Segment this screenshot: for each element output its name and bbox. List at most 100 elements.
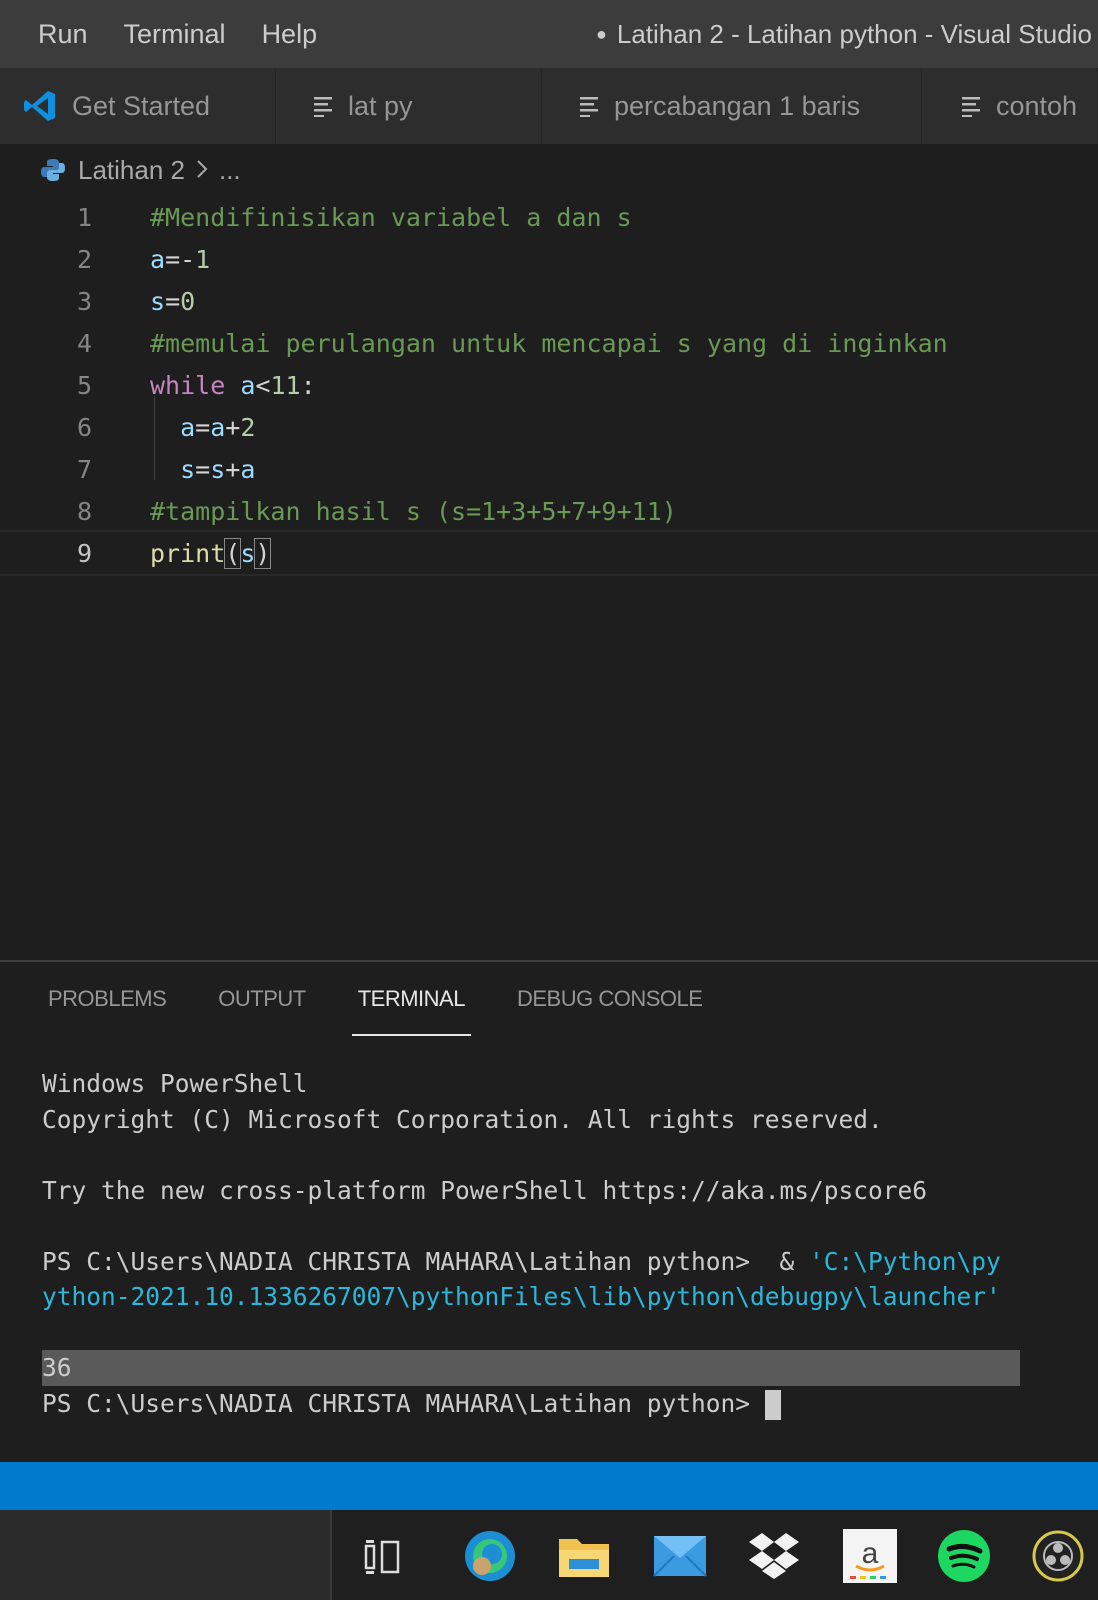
menu-terminal[interactable]: Terminal: [106, 19, 244, 50]
tab-get-started[interactable]: Get Started: [0, 68, 276, 144]
tab-label: contoh: [996, 90, 1078, 121]
terminal-line: Try the new cross-platform PowerShell ht…: [42, 1175, 928, 1205]
terminal-line: Copyright (C) Microsoft Corporation. All…: [42, 1104, 883, 1134]
tab-output[interactable]: OUTPUT: [218, 986, 306, 1042]
obs-icon[interactable]: [1030, 1528, 1086, 1584]
code-keyword: while: [150, 370, 226, 400]
code-op: +: [225, 454, 241, 484]
code-op: =: [195, 454, 211, 484]
menu-help[interactable]: Help: [244, 19, 336, 50]
terminal-output[interactable]: Windows PowerShell Copyright (C) Microso…: [42, 1066, 1098, 1421]
code-line[interactable]: 6 a=a+2: [0, 406, 1098, 448]
code-var: a: [180, 412, 196, 442]
line-number: 1: [76, 202, 92, 232]
code-comment: #tampilkan hasil s (s=1+3+5+7+9+11): [150, 496, 677, 526]
line-number: 8: [76, 496, 92, 526]
lines-icon: [580, 95, 600, 117]
tab-debug-console[interactable]: DEBUG CONSOLE: [517, 986, 703, 1042]
code-editor[interactable]: 1 #Mendifinisikan variabel a dan s 2 a=-…: [0, 196, 1098, 960]
chevron-right-icon: [195, 155, 209, 186]
edge-icon[interactable]: [462, 1528, 518, 1584]
code-var: a: [150, 244, 166, 274]
code-var: s: [210, 454, 226, 484]
window-title: ● Latihan 2 - Latihan python - Visual St…: [596, 0, 1092, 68]
amazon-icon[interactable]: a: [842, 1528, 898, 1584]
file-explorer-icon[interactable]: [556, 1528, 612, 1584]
line-number: 9: [76, 538, 92, 568]
tab-problems[interactable]: PROBLEMS: [48, 986, 167, 1042]
code-op: =: [195, 412, 211, 442]
spotify-icon[interactable]: [936, 1528, 992, 1584]
code-line[interactable]: 7 s=s+a: [0, 448, 1098, 490]
status-bar: [0, 1462, 1098, 1510]
svg-text:a: a: [862, 1537, 879, 1570]
tab-percabangan[interactable]: percabangan 1 baris: [542, 68, 922, 144]
code-line-current[interactable]: 9 print(s): [0, 530, 1098, 576]
tab-contoh[interactable]: contoh: [922, 68, 1098, 144]
menu-run[interactable]: Run: [0, 19, 106, 50]
line-number: 6: [76, 412, 92, 442]
code-op: :: [300, 370, 316, 400]
code-line[interactable]: 4 #memulai perulangan untuk mencapai s y…: [0, 322, 1098, 364]
code-op: <: [255, 370, 271, 400]
terminal-prompt: PS C:\Users\NADIA CHRISTA MAHARA\Latihan…: [42, 1246, 810, 1276]
code-line[interactable]: 1 #Mendifinisikan variabel a dan s: [0, 196, 1098, 238]
line-number: 2: [76, 244, 92, 274]
tab-terminal[interactable]: TERMINAL: [351, 986, 472, 1042]
code-var: a: [240, 454, 256, 484]
code-op: =-: [165, 244, 196, 274]
code-bracket: ): [254, 537, 272, 569]
terminal-prompt: PS C:\Users\NADIA CHRISTA MAHARA\Latihan…: [42, 1388, 765, 1418]
code-line[interactable]: 8 #tampilkan hasil s (s=1+3+5+7+9+11): [0, 490, 1098, 532]
tab-label: lat py: [348, 90, 413, 121]
lines-icon: [962, 95, 982, 117]
unsaved-dot-icon: ●: [596, 23, 607, 44]
tab-lat-py[interactable]: lat py: [276, 68, 542, 144]
code-bracket: (: [224, 537, 242, 569]
python-file-icon: [40, 157, 66, 183]
code-var: s: [180, 454, 196, 484]
task-view-icon[interactable]: [354, 1528, 410, 1584]
editor-tab-bar: Get Started lat py percabangan 1 baris c…: [0, 68, 1098, 144]
code-line[interactable]: 3 s=0: [0, 280, 1098, 322]
dropbox-icon[interactable]: [746, 1528, 802, 1584]
terminal-cursor: [764, 1389, 781, 1420]
code-number: 2: [240, 412, 256, 442]
terminal-line: ython-2021.10.1336267007\pythonFiles\lib…: [42, 1282, 1001, 1311]
code-comment: #Mendifinisikan variabel a dan s: [150, 202, 632, 232]
line-number: 5: [76, 370, 92, 400]
lines-icon: [314, 95, 334, 117]
code-number: 1: [195, 244, 211, 274]
terminal-path: 'C:\Python\py: [809, 1246, 1001, 1276]
code-function: print: [150, 538, 226, 568]
breadcrumb-file[interactable]: Latihan 2: [78, 155, 185, 186]
mail-icon[interactable]: [652, 1528, 708, 1584]
terminal-line: PS C:\Users\NADIA CHRISTA MAHARA\Latihan…: [42, 1244, 1098, 1280]
breadcrumb-more[interactable]: ...: [219, 155, 241, 186]
vscode-icon: [22, 88, 58, 124]
bottom-panel: PROBLEMS OUTPUT TERMINAL DEBUG CONSOLE W…: [0, 962, 1098, 1462]
taskbar-search-area[interactable]: [0, 1510, 332, 1600]
vscode-window: Run Terminal Help ● Latihan 2 - Latihan …: [0, 0, 1098, 1600]
terminal-line[interactable]: PS C:\Users\NADIA CHRISTA MAHARA\Latihan…: [42, 1386, 1098, 1422]
line-number: 7: [76, 454, 92, 484]
code-number: 11: [270, 370, 301, 400]
tab-label: percabangan 1 baris: [614, 90, 861, 121]
breadcrumb[interactable]: Latihan 2 ...: [40, 144, 241, 196]
code-var: s: [240, 538, 256, 568]
code-var: a: [240, 370, 256, 400]
code-line[interactable]: 5 while a<11:: [0, 364, 1098, 406]
code-line[interactable]: 2 a=-1: [0, 238, 1098, 280]
line-number: 3: [76, 286, 92, 316]
code-comment: #memulai perulangan untuk mencapai s yan…: [150, 328, 948, 358]
code-op: +: [225, 412, 241, 442]
tab-label: Get Started: [72, 90, 211, 121]
windows-taskbar: a: [0, 1510, 1098, 1600]
line-number: 4: [76, 328, 92, 358]
terminal-line: Windows PowerShell: [42, 1069, 308, 1098]
panel-tabs: PROBLEMS OUTPUT TERMINAL DEBUG CONSOLE: [48, 986, 754, 1042]
code-op: =: [165, 286, 181, 316]
